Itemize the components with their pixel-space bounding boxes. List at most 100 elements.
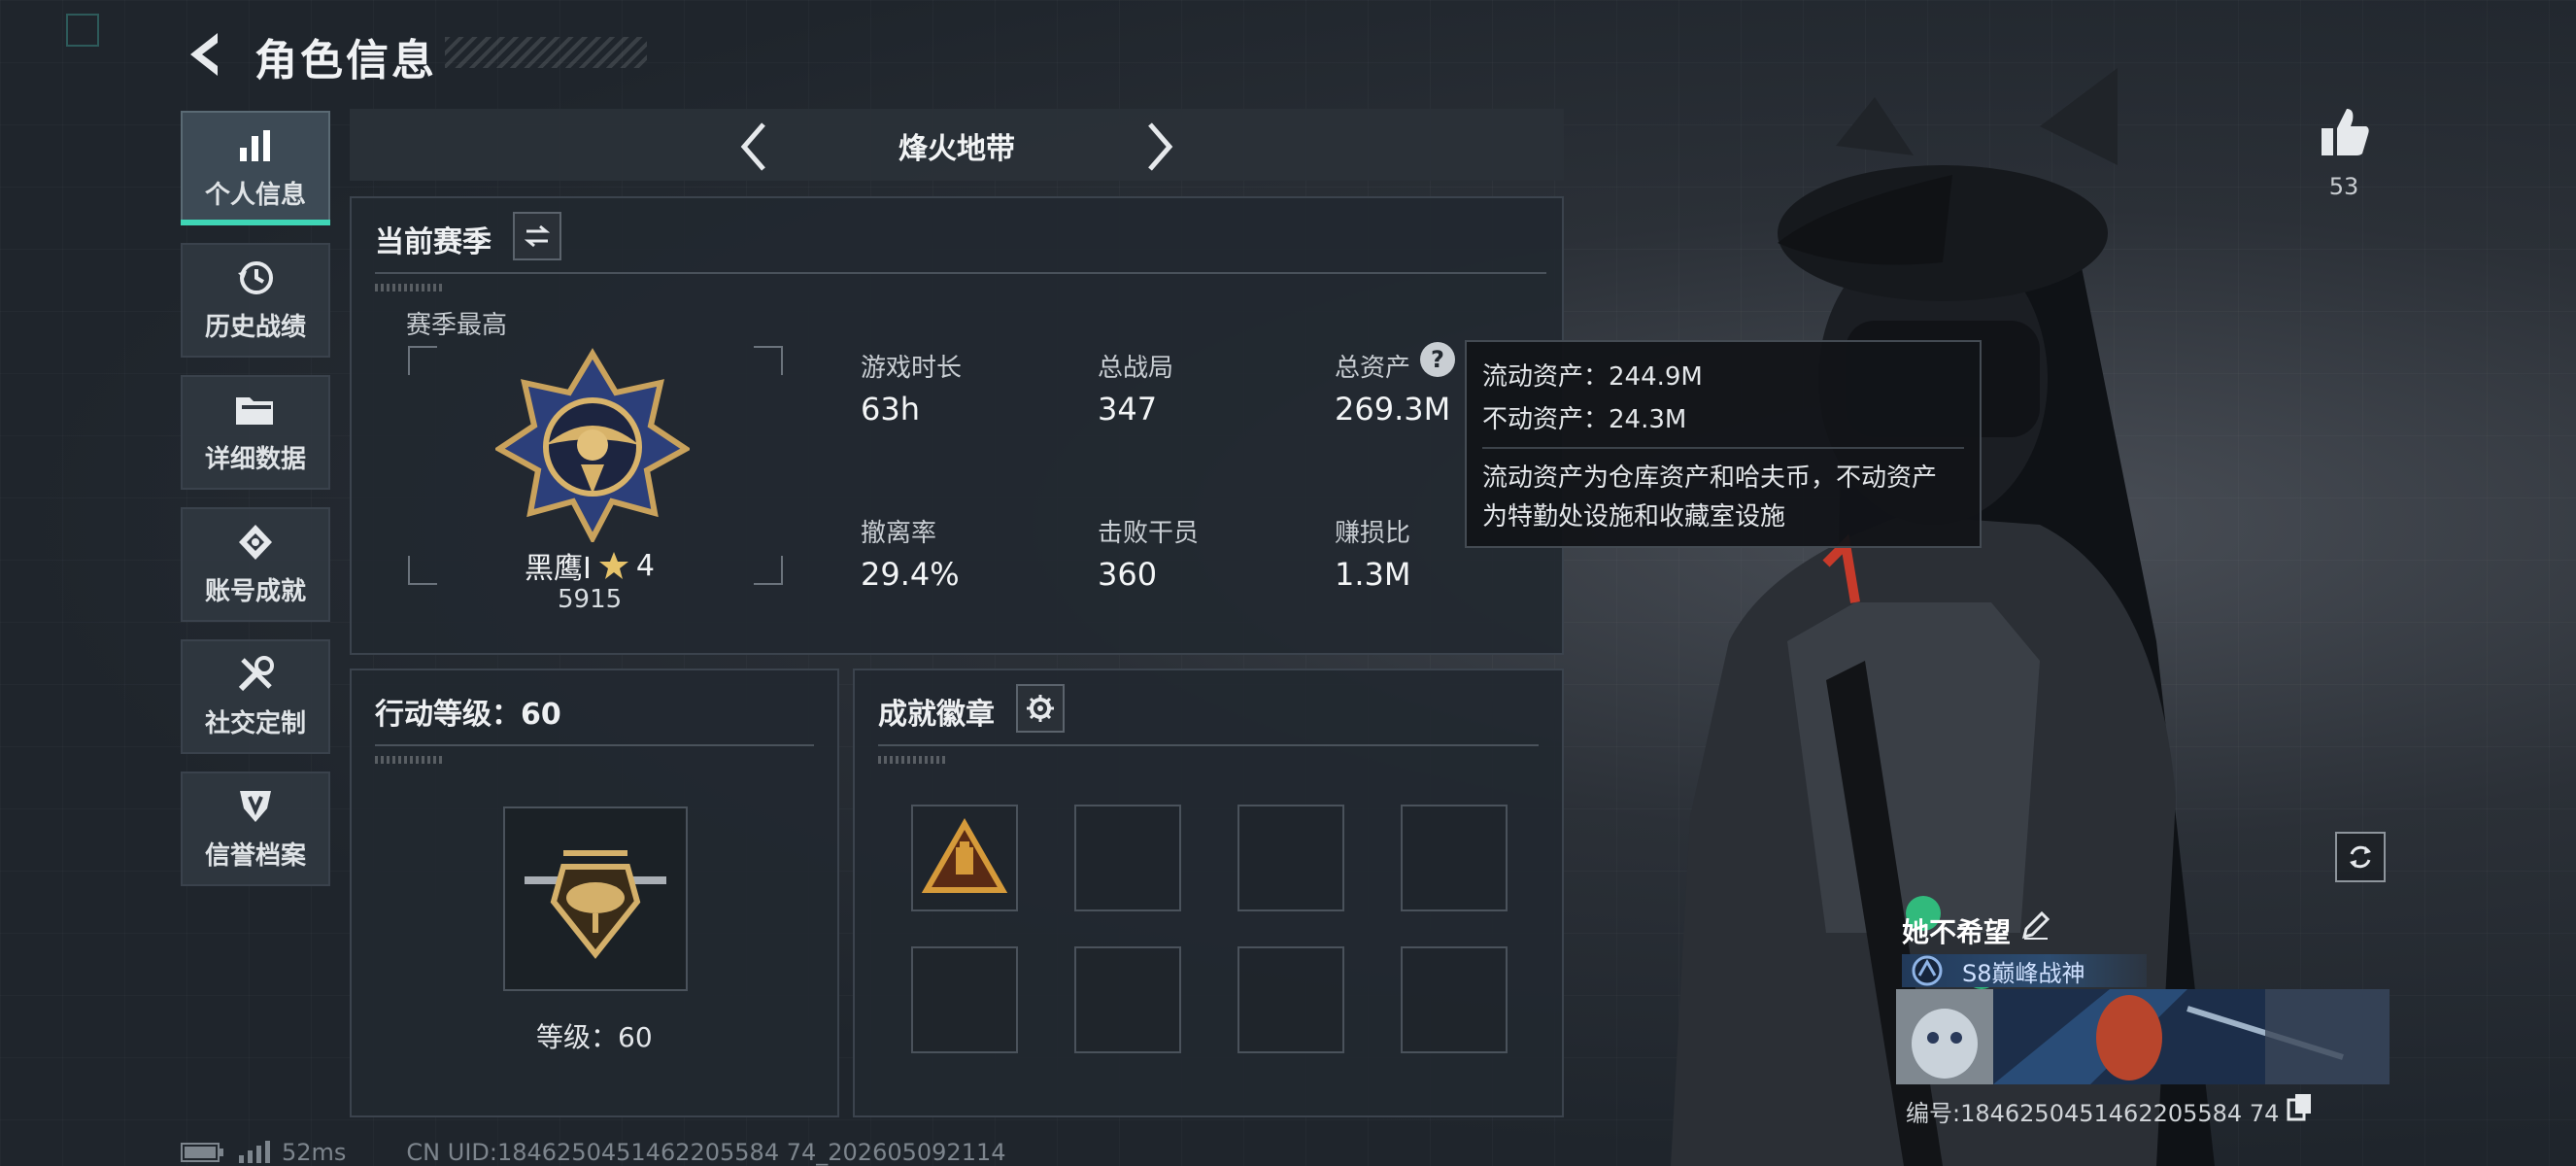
divider — [375, 744, 814, 746]
stat-label-profit-ratio: 赚损比 — [1335, 519, 1411, 548]
sidebar-item-credit[interactable]: 信誉档案 — [181, 772, 330, 886]
player-name: 她不希望 — [1902, 916, 2012, 948]
rank-line: 黑鹰I 4 — [525, 544, 655, 587]
star-icon — [598, 552, 628, 579]
title-emblem-icon — [1912, 955, 1943, 986]
player-title-text: S8巅峰战神 — [1962, 959, 2085, 987]
stat-label-playtime: 游戏时长 — [861, 354, 963, 383]
assets-tooltip: 流动资产：244.9M 不动资产：24.3M 流动资产为仓库资产和哈夫币，不动资… — [1465, 340, 1982, 548]
rank-name: 黑鹰I — [525, 552, 592, 586]
achievements-title: 成就徽章 — [878, 698, 995, 732]
season-best-label: 赛季最高 — [406, 311, 508, 340]
chevron-left-icon — [740, 122, 765, 171]
divider — [878, 744, 1539, 746]
stat-value-playtime: 63h — [861, 391, 920, 428]
tooltip-fixed-assets: 不动资产：24.3M — [1482, 405, 1687, 434]
back-arrow-icon — [190, 33, 218, 76]
frame-corner — [408, 346, 437, 375]
tools-icon — [234, 655, 277, 694]
tooltip-desc-1: 流动资产为仓库资产和哈夫币，不动资产 — [1482, 463, 1938, 493]
mode-name: 烽火地带 — [898, 132, 1015, 166]
player-title-badge: S8巅峰战神 — [1902, 954, 2147, 987]
edit-name-button[interactable] — [2018, 909, 2053, 944]
badge-slot[interactable] — [1074, 805, 1181, 911]
divider-microtext — [375, 284, 443, 292]
copy-icon — [2287, 1094, 2311, 1121]
divider-microtext — [878, 756, 946, 764]
mode-next-button[interactable] — [1135, 119, 1183, 175]
title-decoration — [445, 37, 647, 68]
stat-value-profit-ratio: 1.3M — [1335, 556, 1411, 593]
stat-label-kills: 击败干员 — [1098, 519, 1200, 548]
sidebar-item-label: 社交定制 — [204, 708, 306, 738]
badge-slot[interactable] — [1401, 946, 1508, 1053]
sidebar-item-achievements[interactable]: 账号成就 — [181, 507, 330, 622]
status-bar: 52ms CN UID:1846250451462205584 74_20260… — [181, 1139, 1006, 1166]
frame-corner — [408, 556, 437, 585]
back-button[interactable] — [181, 27, 229, 82]
assets-help-icon[interactable]: ? — [1420, 342, 1455, 377]
sidebar-item-detail-data[interactable]: 详细数据 — [181, 375, 330, 490]
player-uid: 编号:1846250451462205584 74 — [1906, 1100, 2280, 1127]
page-title: 角色信息 — [254, 36, 437, 86]
rank-emblem — [493, 348, 692, 545]
badge-slot[interactable] — [911, 946, 1018, 1053]
corner-marker — [66, 14, 99, 47]
helicopter-emblem — [525, 850, 666, 959]
server-uid-text: CN UID:1846250451462205584 74_2026050921… — [406, 1139, 1006, 1166]
folder-icon — [234, 391, 277, 429]
pencil-icon — [2021, 910, 2051, 940]
badge-slot[interactable] — [1237, 805, 1344, 911]
like-count: 53 — [2328, 173, 2359, 200]
season-title: 当前赛季 — [375, 225, 491, 259]
swap-icon — [524, 224, 551, 248]
achievement-diamond-icon — [234, 523, 277, 562]
battery-icon — [181, 1143, 223, 1162]
tooltip-desc-2: 为特勤处设施和收藏室设施 — [1482, 502, 1786, 532]
sidebar-item-history[interactable]: 历史战绩 — [181, 243, 330, 358]
stat-value-kills: 360 — [1098, 556, 1158, 593]
achievements-settings-button[interactable] — [1016, 684, 1065, 733]
badge-slot[interactable] — [1237, 946, 1344, 1053]
badge-slot[interactable] — [1074, 946, 1181, 1053]
signal-icon — [239, 1141, 270, 1163]
season-switch-button[interactable] — [513, 212, 561, 260]
stat-label-matches: 总战局 — [1098, 354, 1174, 383]
frame-corner — [754, 346, 783, 375]
warning-triangle-badge — [921, 817, 1008, 893]
stat-value-matches: 347 — [1098, 391, 1158, 428]
badge-slot-filled[interactable] — [911, 805, 1018, 911]
bar-chart-icon — [234, 126, 277, 165]
level-emblem-frame — [503, 806, 688, 991]
badge-slot[interactable] — [1401, 805, 1508, 911]
tooltip-divider — [1482, 447, 1964, 449]
sidebar-item-label: 历史战绩 — [204, 312, 306, 342]
sidebar-item-label: 信誉档案 — [204, 840, 306, 871]
stat-value-extract-rate: 29.4% — [861, 556, 960, 593]
refresh-icon — [2350, 845, 2371, 869]
sidebar-item-personal-info[interactable]: 个人信息 — [181, 111, 330, 225]
stat-label-extract-rate: 撤离率 — [861, 519, 937, 548]
player-card-banner[interactable] — [1896, 989, 2390, 1084]
sidebar-item-social[interactable]: 社交定制 — [181, 639, 330, 754]
gear-icon — [1027, 695, 1054, 722]
ping-text: 52ms — [282, 1139, 347, 1166]
copy-uid-button[interactable] — [2287, 1092, 2314, 1121]
thumbs-up-icon — [2322, 109, 2369, 155]
divider-microtext — [375, 756, 443, 764]
rank-score: 5915 — [558, 585, 623, 614]
rank-stars: 4 — [635, 548, 655, 583]
chevron-right-icon — [1148, 122, 1173, 171]
history-clock-icon — [234, 258, 277, 297]
action-level-text: 等级：60 — [536, 1021, 653, 1053]
stat-label-assets: 总资产 — [1335, 354, 1411, 383]
sidebar-item-label: 账号成就 — [204, 576, 306, 606]
shield-emblem-icon — [234, 787, 277, 826]
mode-prev-button[interactable] — [730, 119, 779, 175]
stat-value-assets: 269.3M — [1335, 391, 1451, 428]
tooltip-liquid-assets: 流动资产：244.9M — [1482, 362, 1703, 392]
refresh-button[interactable] — [2335, 832, 2386, 882]
sidebar-item-label: 个人信息 — [204, 180, 306, 210]
like-button[interactable] — [2318, 105, 2372, 159]
divider — [375, 272, 1546, 274]
